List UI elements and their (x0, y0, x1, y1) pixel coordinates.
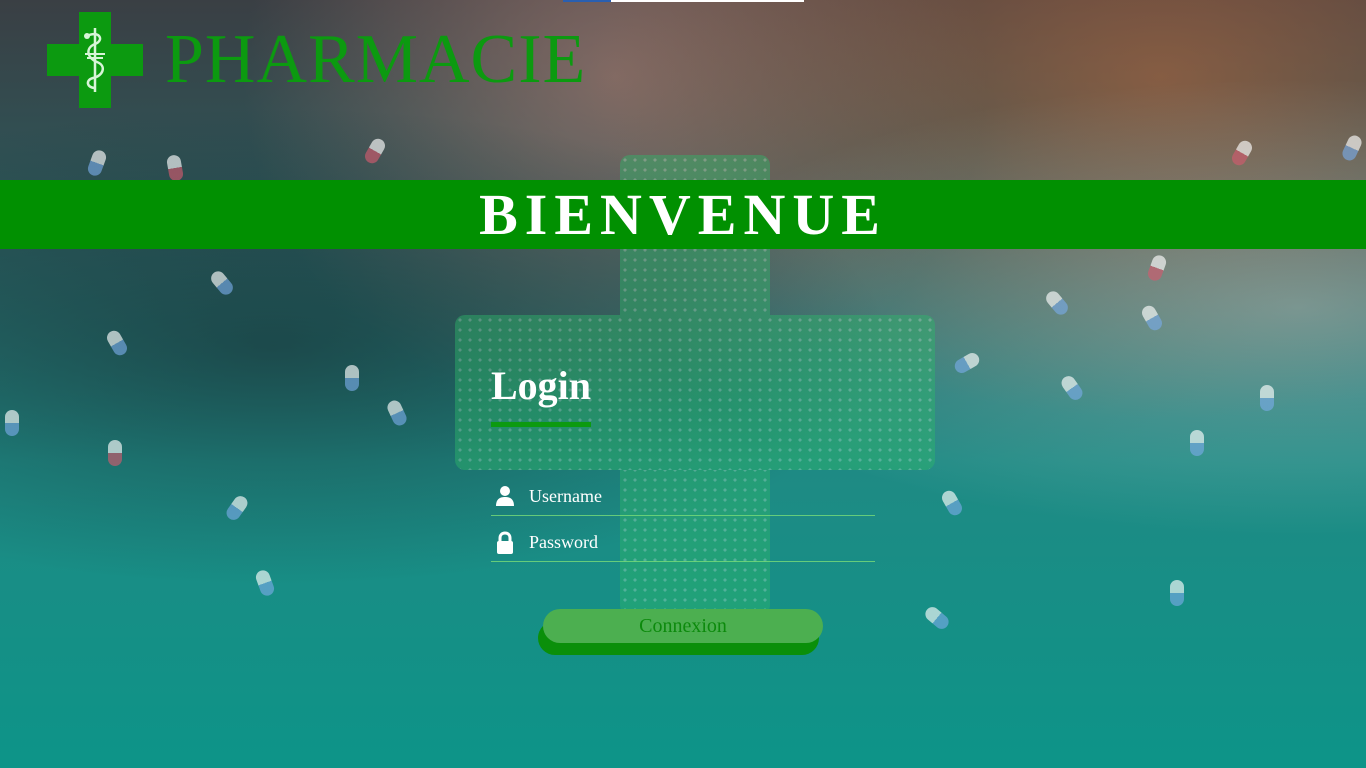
connexion-button[interactable]: Connexion (543, 609, 823, 643)
login-heading-underline (491, 422, 591, 427)
username-input[interactable] (527, 484, 861, 508)
top-strip (563, 0, 804, 2)
pharmacy-cross-icon (47, 12, 143, 108)
brand-logo: PHARMACIE (47, 12, 586, 108)
brand-name: PHARMACIE (165, 21, 587, 98)
lock-icon (494, 531, 520, 554)
username-field (491, 477, 875, 516)
login-header: Login (491, 362, 875, 427)
welcome-title: BIENVENUE (479, 182, 887, 247)
user-icon (494, 485, 520, 507)
login-heading: Login (491, 363, 592, 408)
password-input[interactable] (527, 530, 861, 554)
welcome-banner: BIENVENUE (0, 180, 1366, 249)
password-field (491, 523, 875, 562)
connexion-button-wrap: Connexion (538, 609, 823, 657)
